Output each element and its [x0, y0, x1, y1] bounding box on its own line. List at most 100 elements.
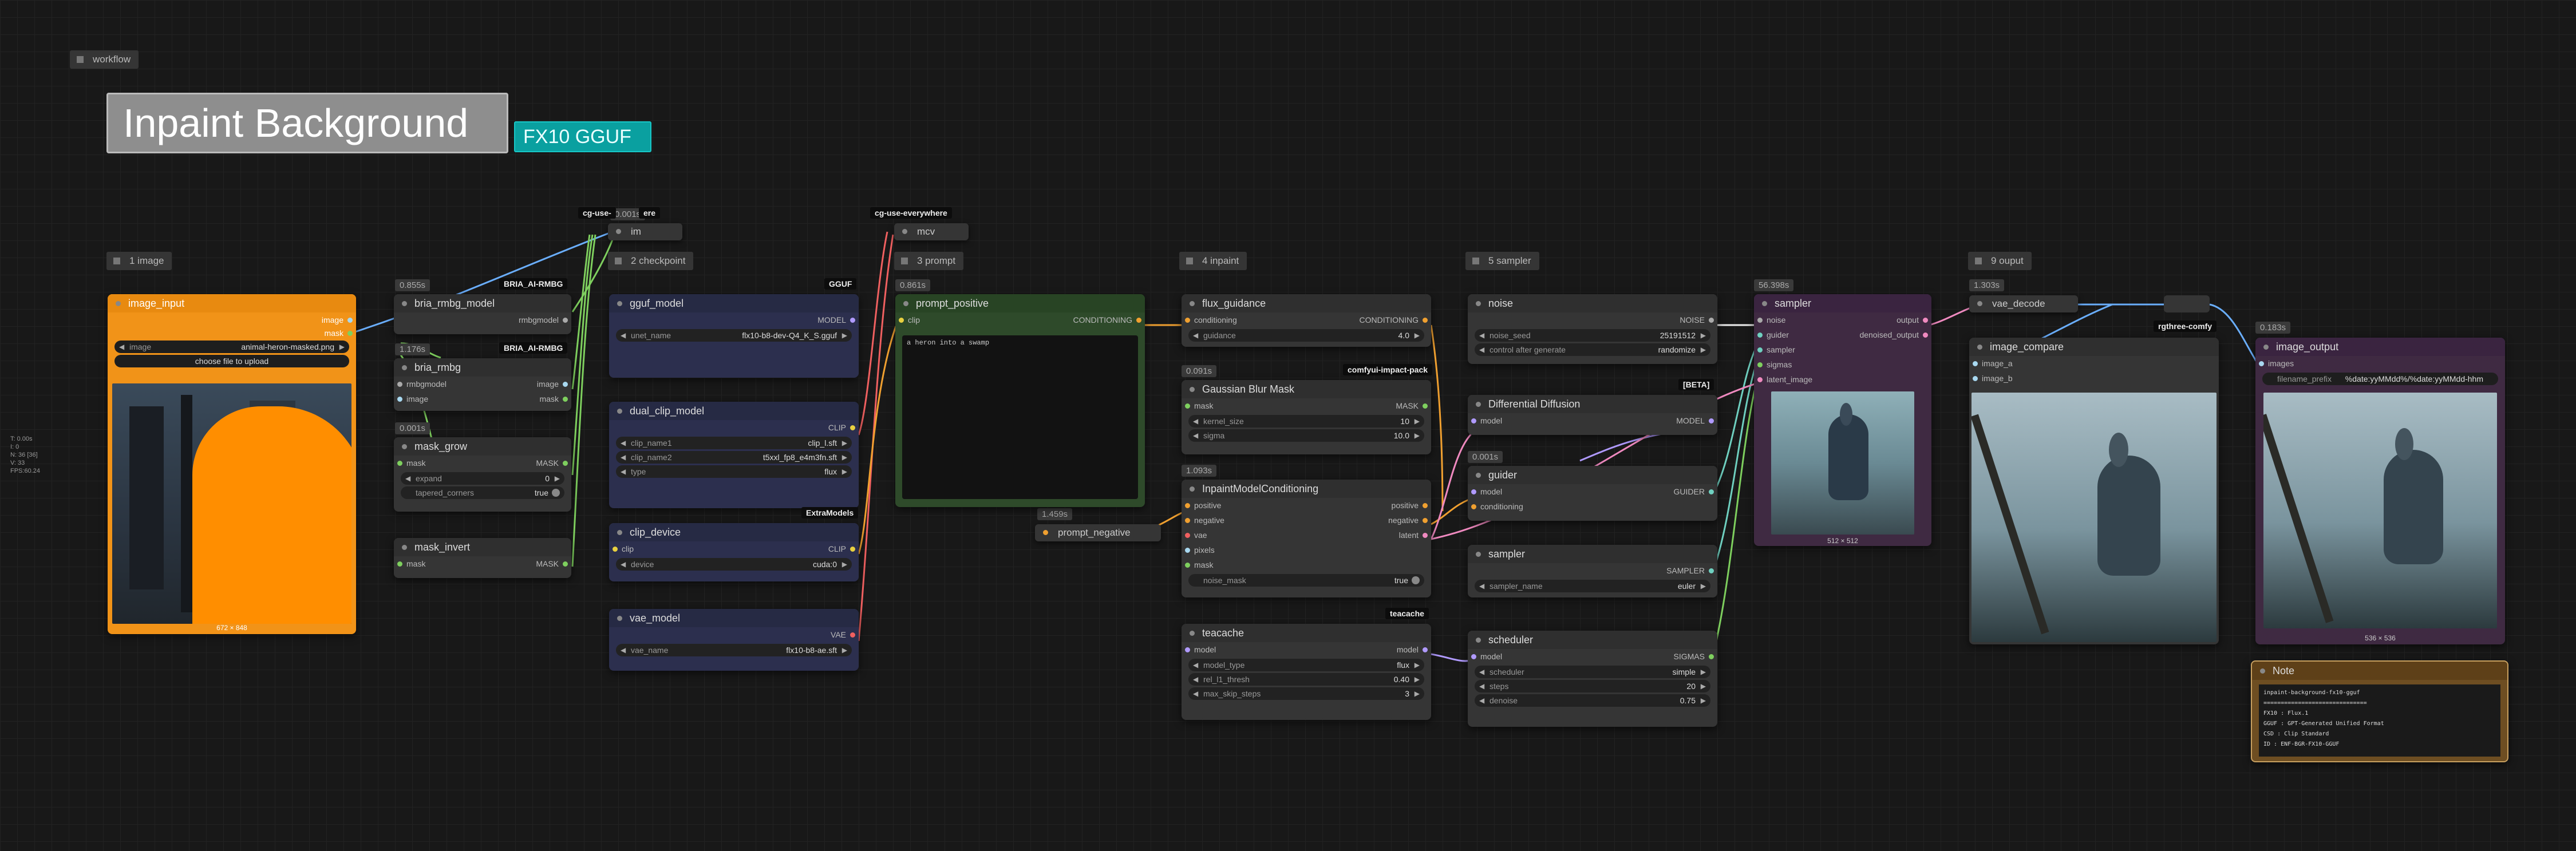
collapse-dot-icon[interactable] — [1190, 486, 1195, 492]
input-pin-icon[interactable] — [1185, 647, 1190, 652]
right-arrow-icon[interactable]: ▶ — [339, 341, 345, 353]
left-arrow-icon[interactable]: ◀ — [1193, 329, 1198, 342]
input-pin-icon[interactable] — [613, 547, 618, 552]
slot-row[interactable]: latent_image — [1754, 372, 1931, 387]
node-inpaint-model-conditioning[interactable]: InpaintModelConditioning positive positiv… — [1182, 480, 1431, 597]
right-arrow-icon[interactable]: ▶ — [842, 329, 847, 342]
group-inpaint[interactable]: 4 inpaint — [1179, 252, 1247, 270]
collapse-dot-icon[interactable] — [903, 301, 908, 306]
node-mcv[interactable]: mcv — [894, 223, 969, 240]
node-title[interactable]: scheduler — [1468, 631, 1717, 649]
input-pin-icon[interactable] — [1471, 489, 1476, 494]
left-arrow-icon[interactable]: ◀ — [1193, 659, 1198, 671]
output-pin-icon[interactable] — [850, 632, 855, 638]
node-image-compare[interactable]: image_compare image_a image_b — [1969, 338, 2219, 644]
node-noise[interactable]: noise NOISE ◀ noise_seed 25191512 ▶ ◀ contro… — [1468, 294, 1717, 364]
upload-button[interactable]: choose file to upload — [114, 355, 349, 367]
output-pin-icon[interactable] — [1423, 518, 1428, 523]
left-arrow-icon[interactable]: ◀ — [1479, 694, 1484, 707]
slot-row[interactable]: mask MASK — [394, 556, 571, 571]
input-pin-icon[interactable] — [1757, 318, 1763, 323]
guidance-stepper[interactable]: ◀ guidance 4.0 ▶ — [1188, 329, 1424, 342]
node-note[interactable]: Note inpaint-background-fx10-gguf ======… — [2251, 660, 2508, 762]
node-clip-device[interactable]: clip_device clip CLIP ◀ device cuda:0 ▶ — [609, 523, 859, 581]
node-title[interactable]: vae_model — [609, 609, 859, 627]
node-image-input[interactable]: image_input image mask ◀ image animal-hero… — [108, 294, 356, 634]
right-arrow-icon[interactable]: ▶ — [1701, 680, 1706, 692]
slot-row[interactable]: conditioning — [1468, 499, 1717, 514]
right-arrow-icon[interactable]: ▶ — [1701, 694, 1706, 707]
collapse-dot-icon[interactable] — [1476, 301, 1481, 306]
collapse-dot-icon[interactable] — [402, 301, 407, 306]
node-im[interactable]: im — [608, 223, 682, 240]
slot-row[interactable]: clip CONDITIONING — [895, 312, 1145, 327]
node-title[interactable]: Note — [2252, 662, 2507, 680]
slot-row[interactable]: negative negative — [1182, 513, 1431, 528]
slot-row[interactable]: rmbgmodel image — [394, 377, 571, 391]
node-scheduler[interactable]: scheduler model SIGMAS ◀ scheduler simple ▶ … — [1468, 631, 1717, 727]
node-title[interactable]: mask_invert — [394, 538, 571, 556]
kernel-size-stepper[interactable]: ◀ kernel_size 10 ▶ — [1188, 415, 1424, 428]
node-image-output[interactable]: image_output images filename_prefix %date… — [2255, 338, 2505, 644]
output-pin-icon[interactable] — [1423, 503, 1428, 508]
group-checkpoint[interactable]: 2 checkpoint — [608, 252, 694, 270]
node-title[interactable]: bria_rmbg — [394, 358, 571, 377]
slot-row[interactable]: sigmas — [1754, 357, 1931, 372]
node-title[interactable]: bria_rmbg_model — [394, 294, 571, 312]
node-gguf-model[interactable]: gguf_model MODEL ◀ unet_name flx10-b8-dev-… — [609, 294, 859, 378]
left-arrow-icon[interactable]: ◀ — [621, 465, 626, 478]
control-after-generate-select[interactable]: ◀ control after generate randomize ▶ — [1475, 343, 1710, 356]
node-title[interactable]: noise — [1468, 294, 1717, 312]
input-pin-icon[interactable] — [1973, 376, 1978, 381]
input-pin-icon[interactable] — [1757, 347, 1763, 353]
group-image[interactable]: 1 image — [106, 252, 172, 270]
input-pin-icon[interactable] — [1185, 533, 1190, 538]
right-arrow-icon[interactable]: ▶ — [1415, 659, 1420, 671]
collapse-dot-icon[interactable] — [617, 409, 622, 414]
input-pin-icon[interactable] — [1471, 418, 1476, 423]
output-pin-icon[interactable] — [1923, 318, 1928, 323]
node-title[interactable]: sampler — [1754, 294, 1931, 312]
noise-seed-stepper[interactable]: ◀ noise_seed 25191512 ▶ — [1475, 329, 1710, 342]
right-arrow-icon[interactable]: ▶ — [842, 558, 847, 571]
node-prompt-positive[interactable]: prompt_positive clip CONDITIONING a heron… — [895, 294, 1145, 507]
unet-select[interactable]: ◀ unet_name flx10-b8-dev-Q4_K_S.gguf ▶ — [616, 329, 852, 342]
input-pin-icon[interactable] — [1185, 518, 1190, 523]
right-arrow-icon[interactable]: ▶ — [555, 472, 560, 485]
device-select[interactable]: ◀ device cuda:0 ▶ — [616, 558, 852, 571]
left-arrow-icon[interactable]: ◀ — [1193, 429, 1198, 442]
slot-row[interactable]: model MODEL — [1468, 413, 1717, 428]
right-arrow-icon[interactable]: ▶ — [1415, 415, 1420, 428]
collapse-dot-icon[interactable] — [1977, 301, 1982, 306]
left-arrow-icon[interactable]: ◀ — [1479, 329, 1484, 342]
left-arrow-icon[interactable]: ◀ — [1479, 680, 1484, 692]
slot-row[interactable]: image_a — [1969, 356, 2219, 371]
slot-row[interactable]: clip CLIP — [609, 541, 859, 556]
node-title[interactable]: teacache — [1182, 624, 1431, 642]
node-title[interactable]: prompt_positive — [895, 294, 1145, 312]
sampler-name-select[interactable]: ◀ sampler_name euler ▶ — [1475, 580, 1710, 592]
group-prompt[interactable]: 3 prompt — [894, 252, 964, 270]
right-arrow-icon[interactable]: ▶ — [1415, 687, 1420, 700]
input-pin-icon[interactable] — [1471, 504, 1476, 509]
input-pin-icon[interactable] — [397, 397, 402, 402]
output-slot[interactable]: MODEL — [609, 312, 859, 327]
page-subtitle[interactable]: FX10 GGUF — [514, 121, 651, 152]
left-arrow-icon[interactable]: ◀ — [119, 341, 124, 353]
node-vae-decode[interactable]: vae_decode — [1969, 295, 2078, 312]
node-differential-diffusion[interactable]: Differential Diffusion model MODEL — [1468, 395, 1717, 435]
scheduler-select[interactable]: ◀ scheduler simple ▶ — [1475, 666, 1710, 678]
slot-row[interactable]: mask MASK — [394, 456, 571, 470]
right-arrow-icon[interactable]: ▶ — [1415, 673, 1420, 686]
input-pin-icon[interactable] — [1185, 563, 1190, 568]
collapse-dot-icon[interactable] — [2263, 345, 2269, 350]
output-pin-icon[interactable] — [1423, 647, 1428, 652]
vae-select[interactable]: ◀ vae_name flx10-b8-ae.sft ▶ — [616, 644, 852, 656]
model-type-select[interactable]: ◀ model_type flux ▶ — [1188, 659, 1424, 671]
left-arrow-icon[interactable]: ◀ — [1193, 673, 1198, 686]
left-arrow-icon[interactable]: ◀ — [1479, 343, 1484, 356]
left-arrow-icon[interactable]: ◀ — [621, 329, 626, 342]
collapse-dot-icon[interactable] — [1977, 345, 1982, 350]
output-pin-icon[interactable] — [850, 425, 855, 430]
slot-row[interactable]: guider denoised_output — [1754, 327, 1931, 342]
